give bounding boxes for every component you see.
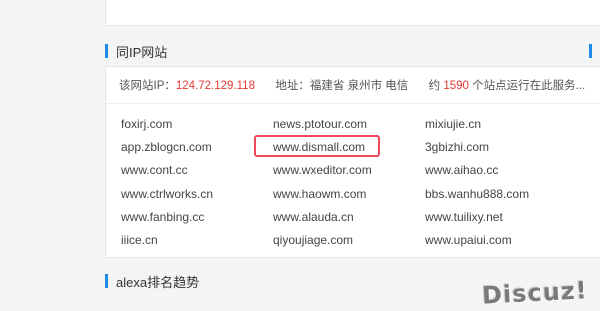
section-right-accent bbox=[589, 44, 592, 58]
site-link[interactable]: www.upaiui.com bbox=[425, 233, 512, 247]
site-link[interactable]: www.ctrlworks.cn bbox=[121, 187, 213, 201]
site-link[interactable]: 3gbizhi.com bbox=[425, 140, 489, 154]
section-title: 同IP网站 bbox=[116, 44, 168, 60]
section-accent-bar bbox=[105, 44, 108, 58]
count-suffix: 个站点运行在此服务... bbox=[472, 80, 586, 92]
site-link[interactable]: iiice.cn bbox=[121, 233, 158, 247]
ip-info-row: 该网站IP：124.72.129.118 地址：福建省 泉州市 电信 约 159… bbox=[119, 77, 600, 95]
site-link[interactable]: www.wxeditor.com bbox=[273, 163, 372, 177]
site-link[interactable]: qiyoujiage.com bbox=[273, 233, 353, 247]
site-link[interactable]: mixiujie.cn bbox=[425, 117, 481, 131]
site-link[interactable]: www.haowm.com bbox=[273, 187, 366, 201]
site-link[interactable]: news.ptotour.com bbox=[273, 117, 367, 131]
ip-label: 该网站IP： bbox=[119, 80, 176, 92]
site-link[interactable]: www.fanbing.cc bbox=[121, 210, 204, 224]
same-ip-panel: 该网站IP：124.72.129.118 地址：福建省 泉州市 电信 约 159… bbox=[105, 66, 600, 258]
discuz-watermark: Discuz! bbox=[481, 276, 589, 310]
site-link[interactable]: app.zblogcn.com bbox=[121, 140, 212, 154]
site-link[interactable]: www.alauda.cn bbox=[273, 210, 354, 224]
site-link[interactable]: www.tuilixy.net bbox=[425, 210, 503, 224]
site-link[interactable]: www.aihao.cc bbox=[425, 163, 498, 177]
count-prefix: 约 bbox=[428, 80, 441, 92]
previous-section-panel bbox=[105, 0, 600, 26]
section-title: alexa排名趋势 bbox=[116, 274, 200, 290]
site-count: 1590 bbox=[443, 80, 469, 92]
site-link[interactable]: foxirj.com bbox=[121, 117, 172, 131]
divider bbox=[106, 103, 600, 104]
section-accent-bar bbox=[105, 274, 108, 288]
site-link[interactable]: www.dismall.com bbox=[273, 140, 365, 154]
ip-value: 124.72.129.118 bbox=[175, 80, 255, 92]
same-ip-section-header: 同IP网站 bbox=[105, 36, 600, 66]
site-link[interactable]: www.cont.cc bbox=[121, 163, 188, 177]
site-link[interactable]: bbs.wanhu888.com bbox=[425, 187, 529, 201]
address-value: 福建省 泉州市 电信 bbox=[309, 80, 409, 92]
address-label: 地址： bbox=[275, 80, 310, 92]
